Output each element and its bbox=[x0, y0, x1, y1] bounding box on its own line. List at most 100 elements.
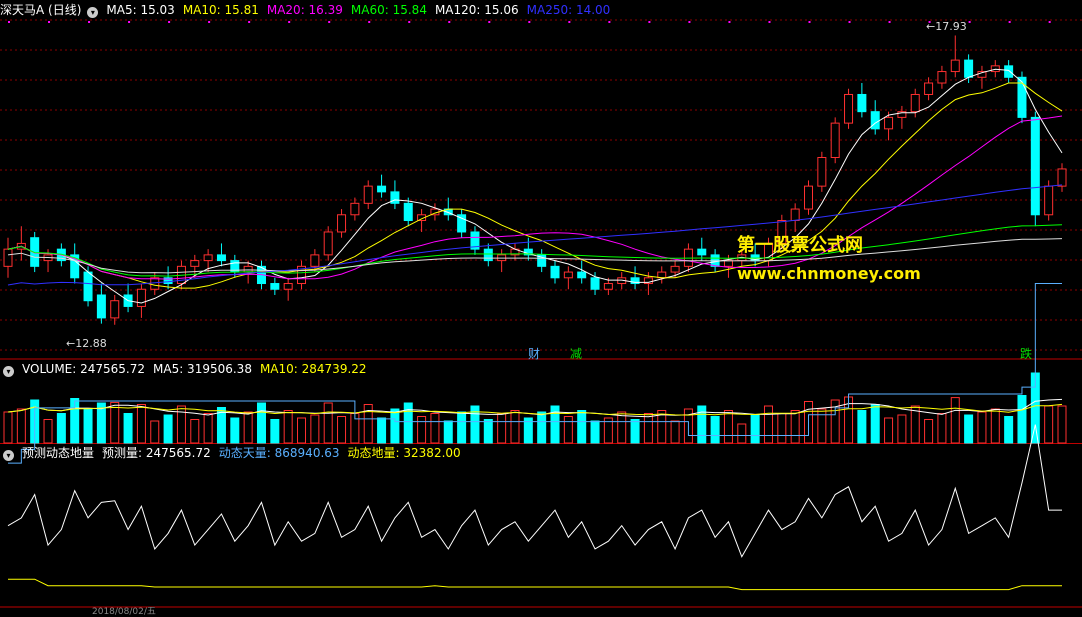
candle-body bbox=[136, 288, 146, 307]
main-indicator-4: MA120: 15.06 bbox=[434, 3, 519, 17]
main-indicator-3: MA60: 15.84 bbox=[350, 3, 427, 17]
candle-body bbox=[697, 248, 707, 256]
volume-indicator-0: VOLUME: 247565.72 bbox=[22, 362, 145, 376]
candle-body bbox=[790, 208, 800, 222]
candle-body bbox=[1044, 185, 1054, 216]
candle-body bbox=[377, 185, 387, 193]
volume-bar bbox=[590, 420, 600, 444]
signal-dot bbox=[208, 21, 211, 23]
candle-body bbox=[950, 59, 960, 73]
volume-bar bbox=[964, 414, 974, 444]
volume-bar bbox=[977, 411, 987, 444]
signal-dot bbox=[688, 21, 691, 23]
main-indicator-1: MA10: 15.81 bbox=[182, 3, 259, 17]
candle-body bbox=[3, 248, 13, 267]
volume-bar bbox=[256, 402, 266, 444]
candle-body bbox=[83, 271, 93, 302]
volume-bar bbox=[377, 417, 387, 444]
candle-body bbox=[270, 283, 280, 290]
volume-bar bbox=[417, 416, 427, 444]
candle-body bbox=[937, 71, 947, 84]
volume-bar bbox=[950, 397, 960, 444]
signal-dot bbox=[848, 21, 851, 23]
volume-bar bbox=[924, 419, 934, 444]
candle-body bbox=[350, 202, 360, 216]
signal-dot bbox=[128, 21, 131, 23]
volume-indicators: VOLUME: 247565.72 MA5: 319506.38 MA10: 284… bbox=[22, 362, 375, 376]
stock-chart[interactable] bbox=[0, 0, 1082, 617]
candle-body bbox=[844, 93, 854, 124]
volume-bar bbox=[990, 408, 1000, 444]
indicator-label-0: 预测动态地量 bbox=[22, 446, 95, 460]
signal-dot bbox=[48, 21, 51, 23]
candle-body bbox=[590, 277, 600, 290]
indicator-labels: 预测动态地量 预测量: 247565.72 动态天量: 868940.63 动态地量:… bbox=[22, 446, 469, 460]
volume-bar bbox=[857, 410, 867, 444]
volume-bar bbox=[563, 416, 573, 444]
main-indicator-2: MA20: 16.39 bbox=[266, 3, 343, 17]
signal-dot bbox=[528, 21, 531, 23]
main-indicator-5: MA250: 14.00 bbox=[526, 3, 611, 17]
signal-dot bbox=[968, 21, 971, 23]
volume-bar bbox=[777, 413, 787, 444]
signal-dot bbox=[808, 21, 811, 23]
indicator-toggle-icon[interactable]: ▾ bbox=[3, 450, 14, 461]
signal-dot bbox=[1048, 21, 1051, 23]
event-marker-1[interactable]: 减 bbox=[570, 345, 582, 362]
volume-bar bbox=[83, 408, 93, 444]
candle-body bbox=[670, 265, 680, 273]
date-axis-label: 2018/08/02/五 bbox=[92, 607, 156, 617]
candle-body bbox=[1057, 168, 1067, 187]
indicator-label-3: 动态地量: 32382.00 bbox=[347, 446, 461, 460]
candle-body bbox=[403, 202, 413, 222]
settings-toggle-icon[interactable]: ▾ bbox=[87, 7, 99, 18]
candle-body bbox=[283, 283, 293, 290]
dynamic-low-line bbox=[8, 578, 1062, 591]
volume-bar bbox=[136, 404, 146, 444]
volume-bar bbox=[16, 408, 26, 444]
candle-body bbox=[550, 265, 560, 279]
volume-bar bbox=[510, 410, 520, 444]
volume-bar bbox=[243, 411, 253, 444]
candle-body bbox=[203, 254, 213, 262]
volume-indicator-2: MA10: 284739.22 bbox=[259, 362, 367, 376]
volume-bar bbox=[643, 413, 653, 444]
main-indicators: MA5: 15.03 MA10: 15.81 MA20: 16.39 MA60: 15… bbox=[106, 3, 618, 17]
volume-bar bbox=[1004, 416, 1014, 444]
candle-body bbox=[337, 214, 347, 233]
event-marker-0[interactable]: 财 bbox=[528, 345, 540, 362]
signal-dot bbox=[568, 21, 571, 23]
candle-body bbox=[990, 65, 1000, 73]
candle-body bbox=[483, 248, 493, 262]
candle-body bbox=[924, 82, 934, 95]
volume-bar bbox=[537, 411, 547, 444]
volume-bar bbox=[617, 411, 627, 444]
volume-bar bbox=[443, 420, 453, 444]
volume-bar bbox=[230, 417, 240, 444]
candle-body bbox=[310, 254, 320, 267]
candle-body bbox=[830, 122, 840, 158]
candle-body bbox=[603, 283, 613, 290]
indicator-label-2: 动态天量: 868940.63 bbox=[218, 446, 340, 460]
signal-dot bbox=[328, 21, 331, 23]
candle-body bbox=[96, 294, 106, 319]
volume-bar bbox=[750, 414, 760, 444]
volume-bar bbox=[870, 404, 880, 444]
watermark-url: www.chnmoney.com bbox=[737, 264, 921, 283]
volume-bar bbox=[310, 414, 320, 444]
volume-bar bbox=[337, 416, 347, 444]
signal-dot bbox=[8, 21, 10, 23]
volume-bar bbox=[323, 402, 333, 444]
volume-bar bbox=[430, 413, 440, 444]
volume-toggle-icon[interactable]: ▾ bbox=[3, 366, 14, 377]
volume-indicator-1: MA5: 319506.38 bbox=[153, 362, 252, 376]
event-marker-2[interactable]: 跌 bbox=[1020, 345, 1032, 362]
signal-dot bbox=[648, 21, 651, 23]
volume-bar bbox=[737, 423, 747, 444]
candle-body bbox=[817, 156, 827, 187]
candle-body bbox=[1030, 116, 1040, 216]
volume-panel-header: ▾ VOLUME: 247565.72 MA5: 319506.38 MA10: 28… bbox=[0, 361, 383, 377]
volume-bar bbox=[123, 413, 133, 444]
volume-bar bbox=[457, 411, 467, 444]
main-panel-header: 深天马A (日线) ▾ MA5: 15.03 MA10: 15.81 MA20: 16.… bbox=[0, 2, 626, 18]
